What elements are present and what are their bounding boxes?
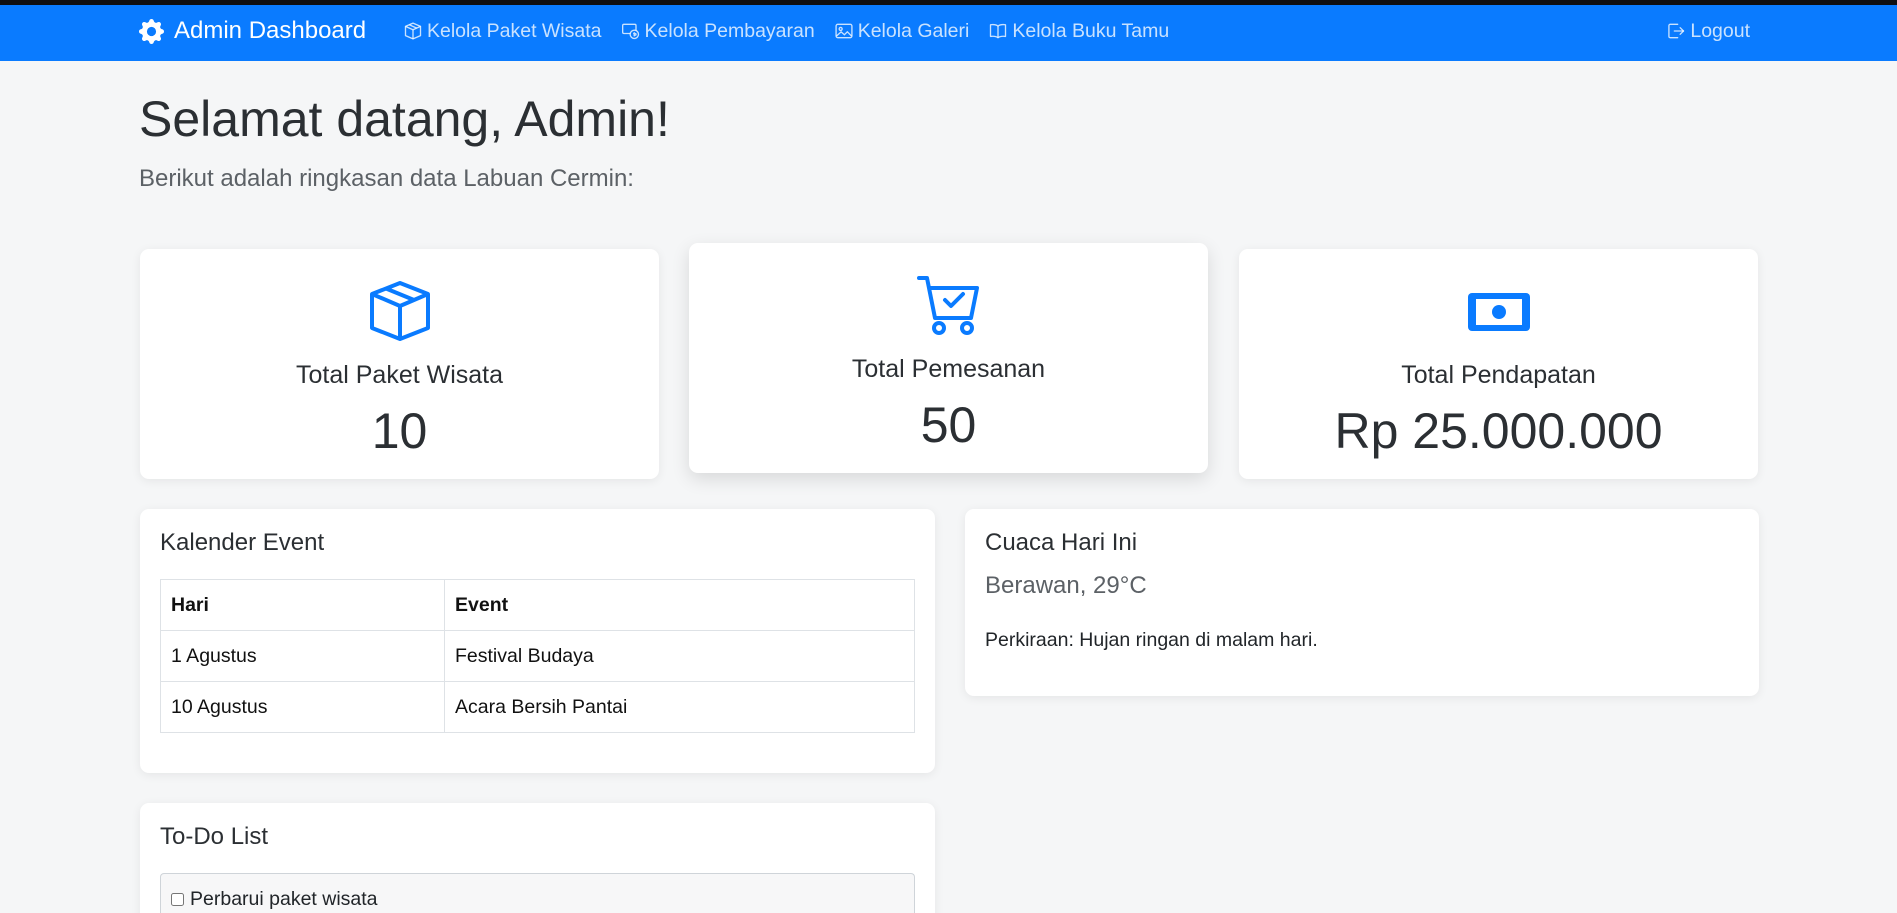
nav-label: Kelola Pembayaran bbox=[644, 19, 815, 42]
stat-label: Total Pendapatan bbox=[1401, 361, 1596, 389]
table-header-row: Hari Event bbox=[160, 579, 915, 631]
nav-label: Kelola Buku Tamu bbox=[1012, 19, 1170, 42]
logout-link[interactable]: Logout bbox=[1666, 11, 1750, 51]
todo-card: To-Do List Perbarui paket wisata bbox=[140, 803, 935, 913]
nav-kelola-galeri[interactable]: Kelola Galeri bbox=[834, 19, 970, 43]
nav-kelola-buku-tamu[interactable]: Kelola Buku Tamu bbox=[988, 20, 1169, 43]
list-item[interactable]: Perbarui paket wisata bbox=[171, 888, 378, 911]
cell-hari: 10 Agustus bbox=[160, 681, 445, 733]
column-header-event: Event bbox=[444, 579, 915, 631]
navbar-brand[interactable]: Admin Dashboard bbox=[139, 11, 366, 51]
nav-label: Kelola Galeri bbox=[857, 19, 970, 42]
stat-value: 10 bbox=[371, 403, 428, 459]
nav-kelola-pembayaran[interactable]: Kelola Pembayaran bbox=[621, 20, 815, 43]
stat-card-pemesanan: Total Pemesanan 50 bbox=[689, 243, 1208, 473]
box-icon bbox=[369, 281, 430, 341]
table-row: 1 Agustus Festival Budaya bbox=[160, 630, 915, 682]
nav-kelola-paket-wisata[interactable]: Kelola Paket Wisata bbox=[403, 20, 602, 43]
weather-forecast: Perkiraan: Hujan ringan di malam hari. bbox=[985, 629, 1318, 651]
stat-label: Total Paket Wisata bbox=[295, 361, 504, 389]
weather-card: Cuaca Hari Ini Berawan, 29°C Perkiraan: … bbox=[965, 509, 1759, 696]
navbar: Admin Dashboard Kelola Paket Wisata Kelo… bbox=[0, 5, 1897, 61]
page-subtitle: Berikut adalah ringkasan data Labuan Cer… bbox=[139, 165, 634, 192]
table-row: 10 Agustus Acara Bersih Pantai bbox=[160, 681, 915, 733]
stat-label: Total Pemesanan bbox=[851, 355, 1046, 383]
stat-card-paket-wisata: Total Paket Wisata 10 bbox=[140, 249, 659, 479]
cell-event: Festival Budaya bbox=[444, 630, 915, 682]
calendar-card: Kalender Event Hari Event 1 Agustus Fest… bbox=[140, 509, 935, 773]
stat-icon-wrap bbox=[689, 274, 1208, 338]
stat-icon-wrap bbox=[1239, 279, 1758, 343]
todo-title: To-Do List bbox=[160, 823, 269, 850]
stat-icon-wrap bbox=[140, 279, 659, 343]
logout-icon bbox=[1668, 23, 1685, 39]
nav-links: Kelola Paket Wisata Kelola Pembayaran Ke… bbox=[403, 11, 1188, 51]
image-icon bbox=[835, 23, 853, 39]
column-header-hari: Hari bbox=[160, 579, 445, 631]
brand-label: Admin Dashboard bbox=[174, 17, 367, 44]
stat-card-pendapatan: Total Pendapatan Rp 25.000.000 bbox=[1239, 249, 1758, 479]
cash-icon bbox=[1467, 293, 1530, 331]
cell-event: Acara Bersih Pantai bbox=[444, 681, 915, 733]
events-table: Hari Event 1 Agustus Festival Budaya 10 … bbox=[160, 579, 915, 733]
page-title: Selamat datang, Admin! bbox=[139, 91, 670, 147]
box-icon bbox=[404, 22, 422, 40]
cell-hari: 1 Agustus bbox=[160, 630, 445, 682]
nav-label: Kelola Paket Wisata bbox=[427, 19, 602, 42]
cash-coin-icon bbox=[621, 23, 639, 40]
todo-label: Perbarui paket wisata bbox=[190, 888, 378, 910]
stat-value: 50 bbox=[920, 397, 977, 453]
todo-checkbox[interactable] bbox=[171, 893, 184, 906]
calendar-title: Kalender Event bbox=[160, 529, 325, 556]
todo-list: Perbarui paket wisata bbox=[160, 873, 915, 913]
book-icon bbox=[990, 23, 1007, 39]
cart-check-icon bbox=[916, 276, 979, 335]
weather-current: Berawan, 29°C bbox=[985, 572, 1147, 599]
gear-icon bbox=[139, 18, 164, 44]
weather-title: Cuaca Hari Ini bbox=[985, 529, 1138, 556]
logout-label: Logout bbox=[1690, 19, 1750, 42]
stat-value: Rp 25.000.000 bbox=[1334, 403, 1663, 459]
